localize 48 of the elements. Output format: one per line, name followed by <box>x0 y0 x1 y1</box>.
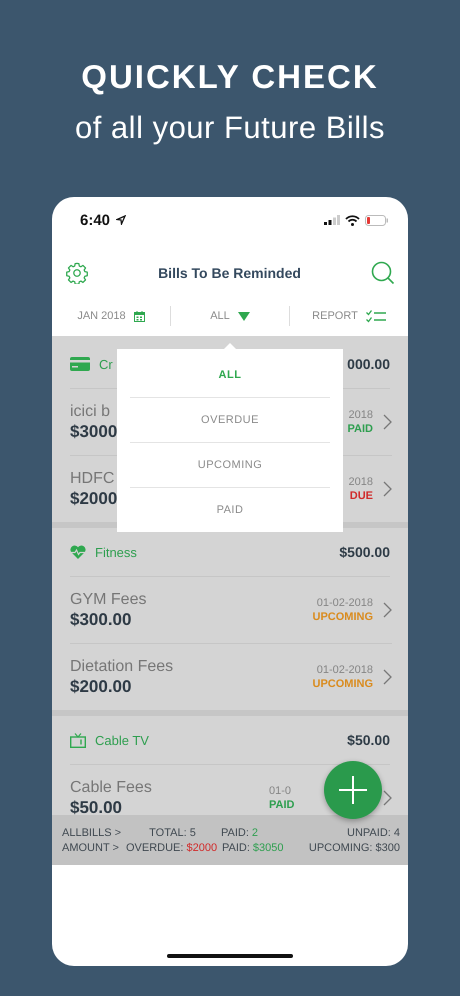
screen-title: Bills To Be Reminded <box>158 265 301 281</box>
bill-amount: $3000 <box>70 421 118 442</box>
category-name: Cable TV <box>95 732 149 748</box>
bill-amount: $50.00 <box>70 797 122 815</box>
bill-status: PAID <box>348 422 373 436</box>
filter-option[interactable]: ALL <box>117 353 343 397</box>
status-time: 6:40 <box>80 212 110 228</box>
bill-amount: $2000 <box>70 488 118 509</box>
bill-date: 2018 <box>348 408 373 422</box>
summary-value: $2000 <box>186 842 218 854</box>
filter-date-button[interactable]: JAN 2018 <box>52 304 170 328</box>
filter-option[interactable]: OVERDUE <box>117 398 343 442</box>
bill-name: Dietation Fees <box>70 657 174 676</box>
bill-status: UPCOMING <box>312 610 373 624</box>
bill-status: DUE <box>348 489 373 503</box>
bill-amount: $300.00 <box>70 609 132 630</box>
summary-label: AMOUNT > <box>62 842 119 854</box>
bill-status: PAID <box>269 798 296 812</box>
bill-status: UPCOMING <box>312 677 373 691</box>
category-name: Cr <box>99 356 113 372</box>
summary-label: OVERDUE: <box>126 842 184 854</box>
headline: QUICKLY CHECK <box>81 58 379 96</box>
summary-value: $3050 <box>252 842 284 854</box>
category-total: $50.00 <box>347 732 390 748</box>
filter-status-button[interactable]: ALL <box>171 304 289 328</box>
subheadline: of all your Future Bills <box>74 110 386 146</box>
summary-label: PAID: <box>222 842 250 854</box>
summary-label: ALLBILLS > <box>62 826 122 838</box>
bill-date: 01-02-2018 <box>316 596 373 610</box>
bill-date: 01-02-2018 <box>316 663 373 677</box>
category-name: Fitness <box>95 544 137 560</box>
bill-amount: $200.00 <box>70 676 132 697</box>
bill-date: 2018 <box>348 475 373 489</box>
filter-option[interactable]: PAID <box>117 488 343 532</box>
category-total: 000.00 <box>347 356 390 372</box>
bill-name: icici b <box>70 402 110 421</box>
filter-option[interactable]: UPCOMING <box>117 443 343 487</box>
summary-value: 2 <box>252 826 258 838</box>
bill-date: 01-0 <box>269 784 292 798</box>
bill-name: Cable Fees <box>70 778 152 797</box>
category-total: $500.00 <box>339 544 390 560</box>
summary-label: TOTAL: 5 <box>149 826 196 838</box>
filter-report-button[interactable]: REPORT <box>290 304 408 328</box>
summary-label: UPCOMING: $300 <box>308 842 400 854</box>
bill-name: HDFC <box>70 469 114 488</box>
summary-label: PAID: <box>221 826 249 838</box>
bill-name: GYM Fees <box>70 590 146 609</box>
summary-label: UNPAID: 4 <box>347 826 400 838</box>
